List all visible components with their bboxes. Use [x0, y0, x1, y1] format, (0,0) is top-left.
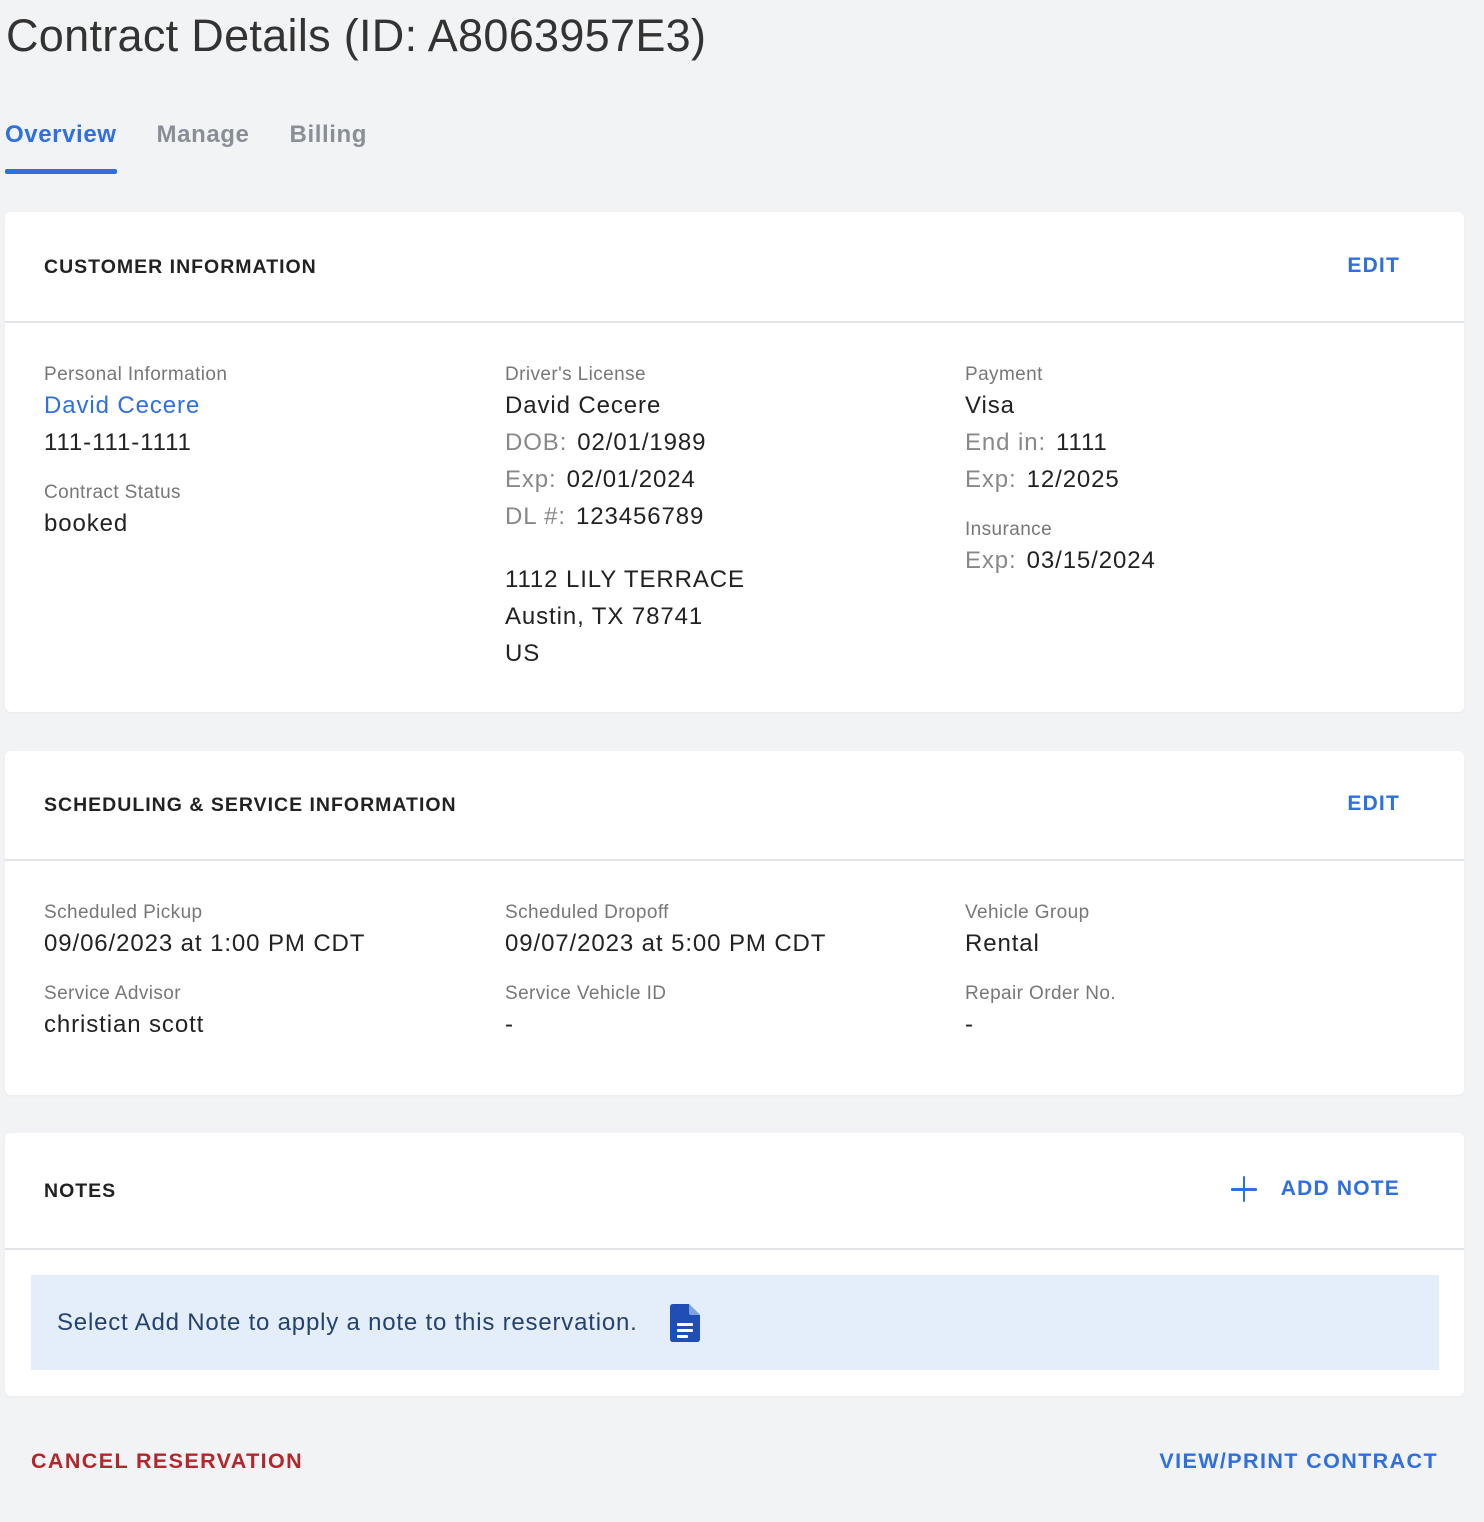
dl-value: 123456789: [575, 503, 705, 530]
plus-icon: [1230, 1176, 1257, 1202]
dob-key: DOB:: [505, 429, 568, 456]
card-title: CUSTOMER INFORMATION: [44, 256, 317, 278]
customer-name-link[interactable]: David Cecere: [44, 387, 227, 424]
tab-overview[interactable]: Overview: [5, 112, 117, 174]
insurance-exp-key: Exp:: [965, 547, 1017, 574]
insurance-exp-value: 03/15/2024: [1026, 547, 1156, 574]
dl-key: DL #:: [505, 503, 566, 530]
pickup-value: 09/06/2023 at 1:00 PM CDT: [44, 930, 366, 957]
dob-value: 02/01/1989: [577, 429, 707, 456]
license-number: DL #: 123456789: [505, 498, 745, 535]
document-icon: [669, 1303, 700, 1342]
notes-empty-banner: Select Add Note to apply a note to this …: [31, 1275, 1439, 1370]
card-header: CUSTOMER INFORMATION EDIT: [5, 212, 1464, 323]
cancel-reservation-button[interactable]: CANCEL RESERVATION: [31, 1449, 303, 1474]
repair-order-value: -: [965, 1011, 974, 1038]
payment-end: End in: 1111: [965, 424, 1156, 461]
address-line-1: 1112 LILY TERRACE: [505, 566, 745, 593]
tab-manage[interactable]: Manage: [157, 112, 250, 174]
add-note-button[interactable]: ADD NOTE: [1230, 1176, 1400, 1202]
insurance-exp: Exp: 03/15/2024: [965, 542, 1156, 579]
dropoff-label: Scheduled Dropoff: [505, 902, 669, 923]
card-title: SCHEDULING & SERVICE INFORMATION: [44, 794, 457, 816]
payment-label: Payment: [965, 364, 1043, 385]
page-title: Contract Details (ID: A8063957E3): [6, 10, 707, 61]
vehicle-group-column: Vehicle Group Rental Repair Order No. -: [965, 901, 1116, 1043]
card-header: SCHEDULING & SERVICE INFORMATION EDIT: [5, 751, 1464, 861]
notes-card: NOTES ADD NOTE Select Add Note to apply …: [5, 1133, 1464, 1396]
end-value: 1111: [1056, 429, 1108, 456]
drivers-license-label: Driver's License: [505, 364, 646, 385]
advisor-value: christian scott: [44, 1011, 205, 1038]
vehicle-group-label: Vehicle Group: [965, 902, 1090, 923]
exp-key: Exp:: [505, 466, 557, 493]
license-name: David Cecere: [505, 392, 662, 419]
add-note-label: ADD NOTE: [1280, 1177, 1400, 1200]
insurance-label: Insurance: [965, 519, 1053, 540]
vehicle-group-value: Rental: [965, 930, 1040, 957]
scheduling-service-card: SCHEDULING & SERVICE INFORMATION EDIT Sc…: [5, 751, 1464, 1095]
dropoff-value: 09/07/2023 at 5:00 PM CDT: [505, 930, 827, 957]
service-vehicle-value: -: [505, 1011, 514, 1038]
card-title: NOTES: [44, 1180, 117, 1202]
end-key: End in:: [965, 429, 1047, 456]
pickup-label: Scheduled Pickup: [44, 902, 203, 923]
address-line-2: Austin, TX 78741: [505, 603, 704, 630]
payment-type: Visa: [965, 392, 1015, 419]
contract-details-page: Contract Details (ID: A8063957E3) Overvi…: [0, 0, 1484, 1522]
repair-order-label: Repair Order No.: [965, 983, 1117, 1004]
edit-scheduling-button[interactable]: EDIT: [1347, 792, 1400, 816]
view-print-contract-button[interactable]: VIEW/PRINT CONTRACT: [1159, 1449, 1438, 1474]
personal-information-column: Personal Information David Cecere 111-11…: [44, 363, 227, 542]
pickup-column: Scheduled Pickup 09/06/2023 at 1:00 PM C…: [44, 901, 365, 1043]
tab-billing[interactable]: Billing: [290, 112, 368, 174]
payment-exp: Exp: 12/2025: [965, 461, 1156, 498]
card-header: NOTES ADD NOTE: [5, 1133, 1464, 1250]
contract-status-label: Contract Status: [44, 482, 181, 503]
notes-empty-message: Select Add Note to apply a note to this …: [57, 1308, 638, 1336]
dropoff-column: Scheduled Dropoff 09/07/2023 at 5:00 PM …: [505, 901, 826, 1043]
license-dob: DOB: 02/01/1989: [505, 424, 745, 461]
exp-value: 02/01/2024: [566, 466, 696, 493]
license-exp: Exp: 02/01/2024: [505, 461, 745, 498]
customer-phone: 111-111-1111: [44, 429, 192, 456]
payment-exp-key: Exp:: [965, 466, 1017, 493]
tab-bar: Overview Manage Billing: [5, 112, 407, 174]
payment-exp-value: 12/2025: [1026, 466, 1120, 493]
address-line-3: US: [505, 640, 541, 667]
payment-column: Payment Visa End in: 1111 Exp: 12/2025 Ins…: [965, 363, 1156, 579]
drivers-license-column: Driver's License David Cecere DOB: 02/01/…: [505, 363, 745, 672]
personal-information-label: Personal Information: [44, 364, 228, 385]
contract-status-value: booked: [44, 510, 129, 537]
advisor-label: Service Advisor: [44, 983, 181, 1004]
service-vehicle-label: Service Vehicle ID: [505, 983, 667, 1004]
edit-customer-button[interactable]: EDIT: [1347, 254, 1400, 278]
customer-information-card: CUSTOMER INFORMATION EDIT Personal Infor…: [5, 212, 1464, 712]
